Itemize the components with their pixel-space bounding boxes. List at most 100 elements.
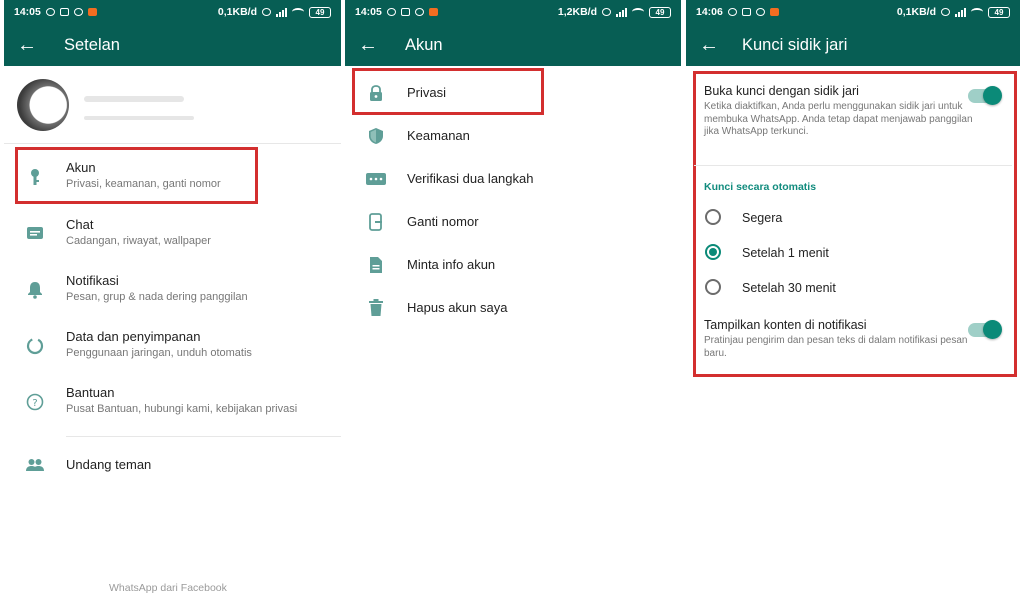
setting-description: Pratinjau pengirim dan pesan teks di dal…: [704, 335, 968, 359]
profile-name-blurred: [84, 96, 184, 102]
network-speed: 1,2KB/d: [557, 6, 597, 18]
people-icon: [24, 454, 46, 476]
bell-icon: [24, 279, 46, 301]
profile-avatar[interactable]: [17, 79, 69, 131]
lock-icon: [365, 82, 387, 104]
svg-text:?: ?: [32, 398, 37, 409]
status-bar: 14:05 0,1KB/d 49: [4, 0, 341, 24]
radio-1-menit[interactable]: [705, 244, 721, 260]
signal-icon: [616, 7, 627, 17]
page-title: Kunci sidik jari: [742, 35, 848, 54]
wifi-icon: [632, 8, 644, 16]
item-title: Keamanan: [407, 128, 470, 143]
alarm-icon: [941, 8, 950, 16]
account-item-privasi[interactable]: Privasi: [345, 82, 681, 106]
item-title: Bantuan: [66, 385, 115, 400]
account-item-keamanan[interactable]: Keamanan: [345, 125, 681, 149]
account-item-ganti-nomor[interactable]: Ganti nomor: [345, 211, 681, 235]
settings-item-undang[interactable]: Undang teman: [4, 452, 341, 480]
app-notification-icon: [87, 8, 97, 16]
signal-icon: [955, 7, 966, 17]
back-arrow-icon[interactable]: ←: [345, 24, 391, 66]
battery-icon: 49: [309, 6, 331, 18]
account-item-minta-info[interactable]: Minta info akun: [345, 254, 681, 278]
whatsapp-icon: [73, 8, 83, 16]
settings-screen: 14:05 0,1KB/d 49 ← Setelan Akun Privasi,…: [4, 0, 341, 614]
status-bar: 14:05 1,2KB/d 49: [345, 0, 681, 24]
signal-icon: [276, 7, 287, 17]
back-arrow-icon[interactable]: ←: [686, 24, 732, 66]
notification-content-setting[interactable]: Tampilkan konten di notifikasi Pratinjau…: [704, 318, 974, 360]
app-notification-icon: [428, 8, 438, 16]
battery-icon: 49: [988, 6, 1010, 18]
trash-icon: [365, 297, 387, 319]
section-label: Kunci secara otomatis: [704, 181, 817, 193]
dots-icon: [365, 168, 387, 190]
instagram-icon: [45, 8, 55, 16]
app-notification-icon: [769, 8, 779, 16]
item-subtitle: Penggunaan jaringan, unduh otomatis: [66, 347, 252, 359]
phone-change-icon: [365, 211, 387, 233]
shield-icon: [365, 125, 387, 147]
item-title: Chat: [66, 217, 94, 232]
battery-icon: 49: [649, 6, 671, 18]
alarm-icon: [262, 8, 271, 16]
instagram-icon: [386, 8, 396, 16]
settings-item-akun[interactable]: Akun Privasi, keamanan, ganti nomor: [4, 160, 341, 204]
item-title: Akun: [66, 160, 96, 175]
item-title: Hapus akun saya: [407, 300, 508, 315]
key-icon: [24, 166, 46, 188]
app-bar: ← Kunci sidik jari: [686, 24, 1020, 66]
whatsapp-icon: [414, 8, 424, 16]
item-subtitle: Pesan, grup & nada dering panggilan: [66, 291, 248, 303]
settings-item-data[interactable]: Data dan penyimpanan Penggunaan jaringan…: [4, 329, 341, 373]
item-title: Undang teman: [66, 457, 152, 472]
status-bar: 14:06 0,1KB/d 49: [686, 0, 1020, 24]
page-title: Akun: [405, 35, 443, 54]
radio-30-menit[interactable]: [705, 279, 721, 295]
setting-title: Tampilkan konten di notifikasi: [704, 318, 867, 332]
profile-status-blurred: [84, 116, 194, 120]
notification-toggle[interactable]: [968, 320, 1002, 339]
radio-label: Setelah 30 menit: [742, 281, 836, 295]
settings-item-bantuan[interactable]: ? Bantuan Pusat Bantuan, hubungi kami, k…: [4, 385, 341, 429]
account-screen: 14:05 1,2KB/d 49 ← Akun Privasi Keamanan: [345, 0, 681, 614]
item-subtitle: Cadangan, riwayat, wallpaper: [66, 235, 211, 247]
fingerprint-unlock-setting[interactable]: Buka kunci dengan sidik jari Ketika diak…: [704, 84, 984, 139]
item-title: Privasi: [407, 85, 447, 100]
status-time: 14:05: [14, 6, 41, 18]
document-icon: [365, 254, 387, 276]
divider: [4, 143, 341, 144]
setting-description: Ketika diaktifkan, Anda perlu menggunaka…: [704, 101, 973, 137]
settings-item-chat[interactable]: Chat Cadangan, riwayat, wallpaper: [4, 217, 341, 261]
network-speed: 0,1KB/d: [217, 6, 257, 18]
account-item-verifikasi[interactable]: Verifikasi dua langkah: [345, 168, 681, 192]
help-icon: ?: [24, 391, 46, 413]
wifi-icon: [971, 8, 983, 16]
account-item-hapus[interactable]: Hapus akun saya: [345, 297, 681, 321]
network-speed: 0,1KB/d: [896, 6, 936, 18]
message-icon: [59, 8, 69, 16]
wifi-icon: [292, 8, 304, 16]
page-title: Setelan: [64, 35, 120, 54]
message-icon: [400, 8, 410, 16]
item-title: Ganti nomor: [407, 214, 479, 229]
back-arrow-icon[interactable]: ←: [4, 24, 50, 66]
settings-item-notifikasi[interactable]: Notifikasi Pesan, grup & nada dering pan…: [4, 273, 341, 317]
radio-label: Segera: [742, 211, 783, 225]
data-usage-icon: [24, 335, 46, 357]
item-subtitle: Privasi, keamanan, ganti nomor: [66, 178, 221, 190]
footer-text: WhatsApp dari Facebook: [109, 582, 227, 594]
instagram-icon: [727, 8, 737, 16]
status-time: 14:05: [355, 6, 382, 18]
item-title: Minta info akun: [407, 257, 496, 272]
chat-icon: [24, 223, 46, 245]
message-icon: [741, 8, 751, 16]
app-bar: ← Akun: [345, 24, 681, 66]
divider: [694, 165, 1012, 166]
fingerprint-toggle[interactable]: [968, 86, 1002, 105]
item-title: Data dan penyimpanan: [66, 329, 201, 344]
item-title: Notifikasi: [66, 273, 119, 288]
radio-segera[interactable]: [705, 209, 721, 225]
alarm-icon: [602, 8, 611, 16]
